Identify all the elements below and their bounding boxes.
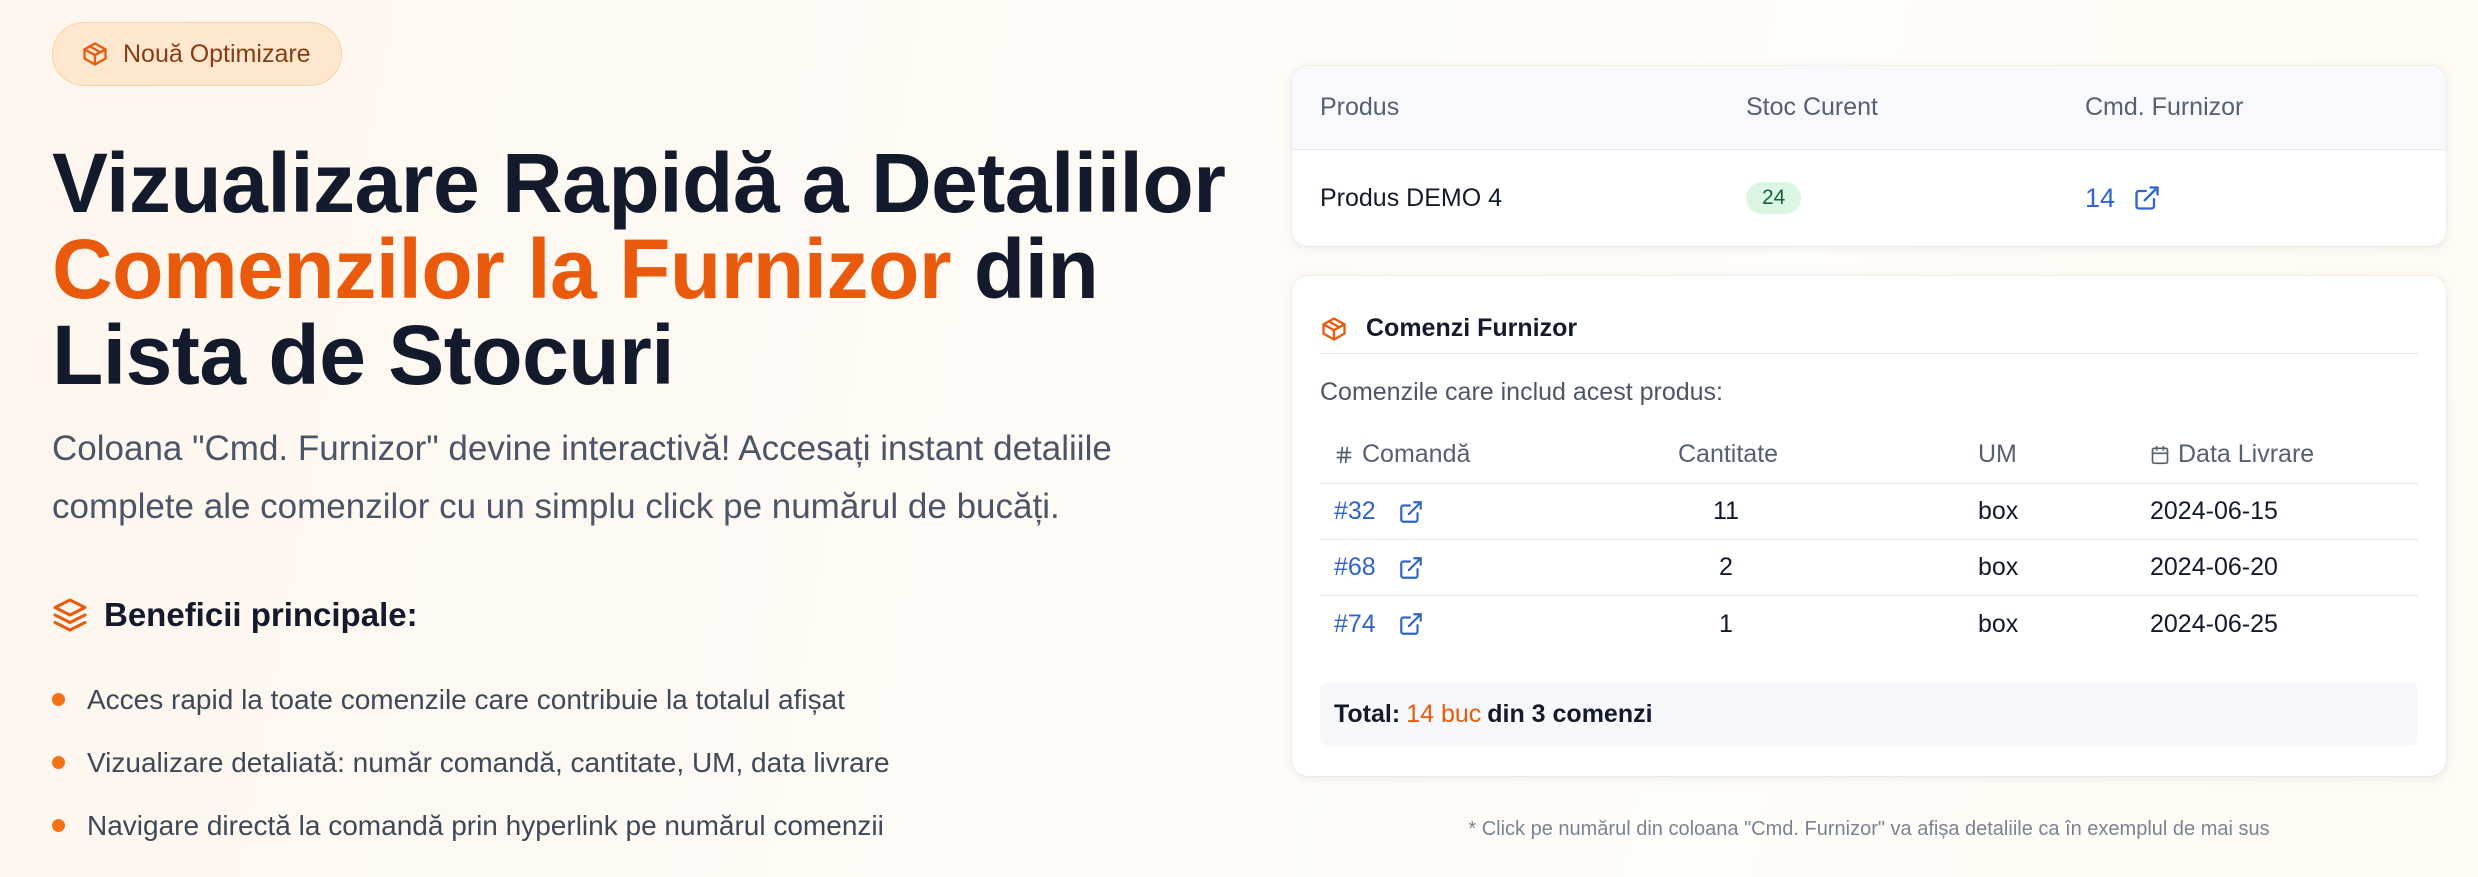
benefit-text: Vizualizare detaliată: număr comandă, ca…	[87, 746, 890, 778]
benefits-list: Acces rapid la toate comenzile care cont…	[52, 668, 890, 857]
external-link-icon	[1399, 500, 1422, 523]
header-order: Comandă	[1334, 440, 1470, 469]
header-product: Produs	[1320, 93, 1400, 121]
order-cell: #74	[1334, 610, 1424, 639]
package-icon	[1322, 316, 1346, 341]
order-date: 2024-06-20	[2150, 553, 2278, 581]
benefits-title-text: Beneficii principale:	[104, 596, 418, 633]
table-row: Produs DEMO 4 24 14	[1292, 150, 2446, 246]
header-um: UM	[1978, 440, 2017, 468]
order-um: box	[1978, 553, 2019, 581]
badge-label: Nouă Optimizare	[123, 39, 311, 68]
order-qty: 1	[1719, 609, 1733, 638]
lead-text: Coloana "Cmd. Furnizor" devine interacti…	[52, 429, 1112, 526]
order-cell: #68	[1334, 553, 1424, 582]
orders-card-header: Comenzi Furnizor	[1320, 304, 2418, 354]
total-label: Total:	[1334, 699, 1401, 728]
order-date: 2024-06-15	[2150, 497, 2278, 525]
orders-card-title: Comenzi Furnizor	[1366, 314, 1578, 342]
bullet-icon	[52, 819, 65, 832]
order-link[interactable]: #32	[1334, 497, 1424, 526]
new-optimization-badge: Nouă Optimizare	[52, 22, 342, 86]
table-row: #68 2 box 2024-06-20	[1320, 540, 2418, 596]
external-link-icon	[2135, 186, 2159, 210]
external-link-icon	[1399, 613, 1422, 635]
footnote: * Click pe numărul din coloana "Cmd. Fur…	[1468, 818, 2270, 840]
header-order-label: Comandă	[1362, 440, 1471, 468]
order-qty: 11	[1713, 497, 1739, 525]
orders-card-subtitle: Comenzile care includ acest produs:	[1320, 378, 1723, 406]
order-date: 2024-06-25	[2150, 609, 2278, 638]
calendar-icon	[2151, 445, 2169, 464]
supplier-orders-link[interactable]: 14	[2085, 183, 2161, 214]
orders-table-header: Comandă Cantitate UM Data Livrare	[1320, 426, 2418, 484]
total-value: 14 buc	[1406, 699, 1482, 728]
order-link[interactable]: #68	[1334, 553, 1424, 582]
list-item: Navigare directă la comandă prin hyperli…	[52, 794, 890, 857]
title-accent: Comenzilor la Furnizor	[52, 222, 952, 316]
order-cell: #32	[1334, 497, 1424, 526]
stock-table-card: Produs Stoc Curent Cmd. Furnizor Produs …	[1292, 66, 2446, 246]
external-link-icon	[1399, 556, 1422, 579]
title-part-1: Vizualizare Rapidă a Detaliilor	[52, 136, 1226, 230]
total-suffix: din 3 comenzi	[1487, 699, 1653, 728]
order-link[interactable]: #74	[1334, 610, 1424, 639]
layers-icon	[53, 598, 87, 632]
header-date: Data Livrare	[2150, 440, 2314, 469]
package-icon	[83, 42, 107, 66]
page-title: Vizualizare Rapidă a Detaliilor Comenzil…	[52, 140, 1252, 398]
benefit-text: Navigare directă la comandă prin hyperli…	[87, 809, 884, 841]
supplier-orders-card: Comenzi Furnizor Comenzile care includ a…	[1292, 276, 2446, 776]
bullet-icon	[52, 756, 65, 769]
order-um: box	[1978, 609, 2019, 638]
list-item: Acces rapid la toate comenzile care cont…	[52, 668, 890, 731]
order-number: #68	[1334, 553, 1376, 581]
header-date-label: Data Livrare	[2178, 440, 2315, 468]
table-row: #32 11 box 2024-06-15	[1320, 484, 2418, 540]
stock-cell: 24	[1746, 182, 1802, 214]
product-name: Produs DEMO 4	[1320, 183, 1503, 212]
table-row: #74 1 box 2024-06-25	[1320, 596, 2418, 652]
header-stock: Stoc Curent	[1746, 93, 1879, 121]
stock-badge: 24	[1746, 182, 1802, 214]
header-supplier-orders: Cmd. Furnizor	[2085, 93, 2244, 121]
benefit-text: Acces rapid la toate comenzile care cont…	[87, 683, 845, 715]
stock-table-header: Produs Stoc Curent Cmd. Furnizor	[1292, 66, 2446, 150]
orders-table: Comandă Cantitate UM Data Livrare #32 11…	[1320, 426, 2418, 652]
order-qty: 2	[1719, 553, 1733, 581]
order-um: box	[1978, 497, 2019, 525]
order-number: #32	[1334, 497, 1376, 525]
order-number: #74	[1334, 609, 1376, 638]
hash-icon	[1336, 446, 1352, 463]
header-qty: Cantitate	[1678, 440, 1779, 468]
supplier-orders-value: 14	[2085, 182, 2116, 213]
benefits-title: Beneficii principale:	[52, 596, 418, 634]
bullet-icon	[52, 693, 65, 706]
orders-total: Total: 14 buc din 3 comenzi	[1320, 682, 2418, 746]
list-item: Vizualizare detaliată: număr comandă, ca…	[52, 731, 890, 794]
supplier-orders-cell: 14	[2085, 183, 2161, 214]
